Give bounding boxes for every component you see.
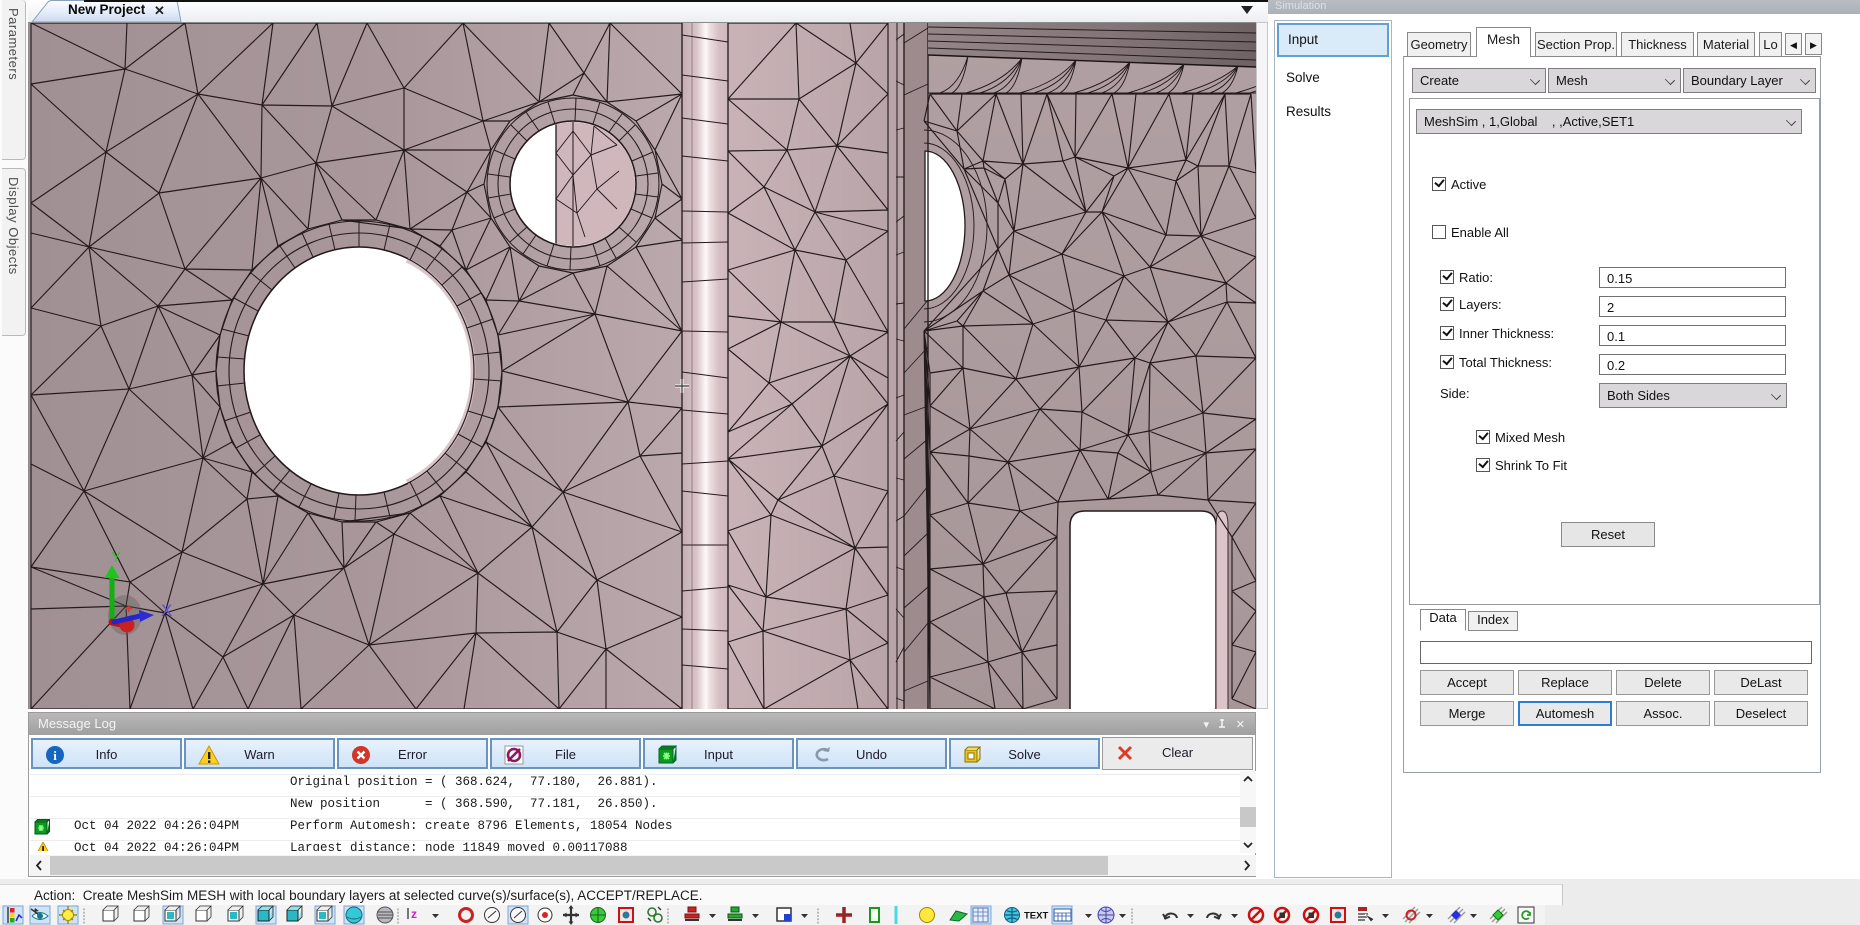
svg-text:X: X <box>161 601 172 620</box>
svg-text:TEXT: TEXT <box>1024 911 1048 922</box>
svg-text:z: z <box>411 907 417 921</box>
svg-text:Y: Y <box>111 549 121 566</box>
